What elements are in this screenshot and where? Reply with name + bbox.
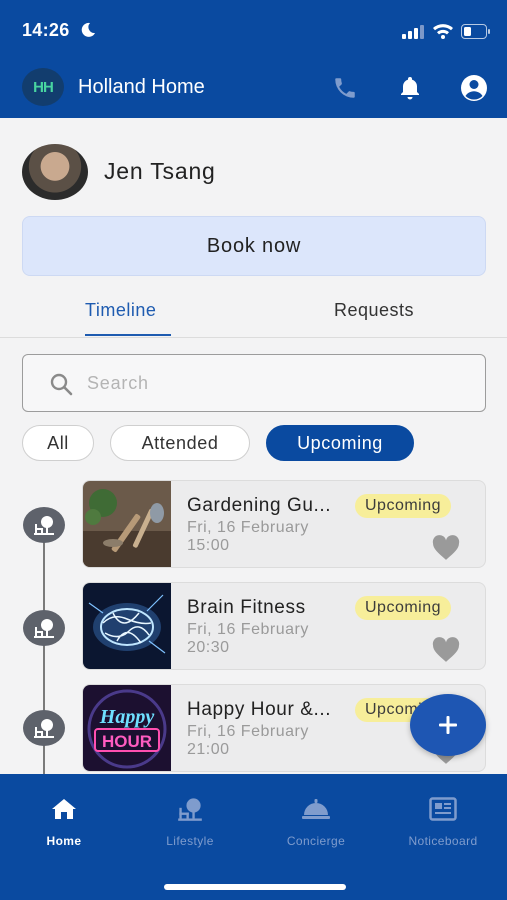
moon-icon bbox=[81, 22, 95, 37]
tab-bar: Timeline Requests bbox=[0, 290, 507, 338]
timeline-node bbox=[23, 610, 65, 646]
event-date: Fri, 16 February bbox=[187, 723, 309, 740]
event-title: Brain Fitness bbox=[187, 597, 306, 618]
filter-attended-chip[interactable]: Attended bbox=[110, 425, 250, 461]
active-tab-indicator bbox=[85, 334, 171, 336]
event-title: Happy Hour &... bbox=[187, 699, 332, 720]
app-logo: HH bbox=[22, 68, 64, 106]
account-button[interactable] bbox=[460, 74, 488, 102]
timeline-node bbox=[23, 507, 65, 543]
nav-noticeboard-label: Noticeboard bbox=[408, 834, 478, 848]
search-input[interactable] bbox=[87, 369, 447, 397]
nav-noticeboard[interactable]: Noticeboard bbox=[393, 794, 493, 848]
plus-icon bbox=[439, 716, 457, 734]
phone-button[interactable] bbox=[331, 74, 359, 102]
filter-upcoming-chip[interactable]: Upcoming bbox=[266, 425, 414, 461]
nav-home-label: Home bbox=[46, 834, 82, 848]
notifications-button[interactable] bbox=[396, 74, 424, 102]
heart-icon[interactable] bbox=[431, 637, 461, 663]
logo-text: HH bbox=[33, 78, 54, 96]
bell-icon bbox=[401, 77, 419, 100]
lifestyle-icon bbox=[34, 719, 54, 738]
filter-all-chip[interactable]: All bbox=[22, 425, 94, 461]
lifestyle-icon bbox=[178, 798, 202, 821]
wifi-icon bbox=[433, 24, 453, 39]
home-indicator bbox=[164, 884, 346, 890]
nav-home[interactable]: Home bbox=[14, 794, 114, 848]
concierge-bell-icon bbox=[302, 799, 330, 819]
status-time: 14:26 bbox=[22, 20, 70, 40]
app-title: Holland Home bbox=[78, 76, 205, 98]
status-badge: Upcoming bbox=[355, 596, 452, 620]
bottom-nav: Home Lifestyle Concierge Noticeboard bbox=[0, 774, 507, 900]
event-date: Fri, 16 February bbox=[187, 621, 309, 638]
account-icon bbox=[461, 75, 487, 101]
nav-lifestyle-label: Lifestyle bbox=[166, 834, 214, 848]
profile-name: Jen Tsang bbox=[104, 158, 216, 184]
search-box[interactable] bbox=[22, 354, 486, 412]
nav-concierge[interactable]: Concierge bbox=[266, 794, 366, 848]
app-header: 14:26 HH Holland Home bbox=[0, 0, 507, 118]
tab-timeline[interactable]: Timeline bbox=[85, 300, 156, 321]
event-card[interactable]: Gardening Gu... Fri, 16 February 15:00 U… bbox=[82, 480, 486, 568]
avatar[interactable] bbox=[22, 144, 88, 200]
nav-lifestyle[interactable]: Lifestyle bbox=[140, 794, 240, 848]
lifestyle-icon bbox=[34, 619, 54, 638]
status-badge: Upcoming bbox=[355, 494, 452, 518]
event-time: 21:00 bbox=[187, 741, 230, 758]
nav-concierge-label: Concierge bbox=[286, 834, 346, 848]
phone-icon bbox=[335, 78, 355, 98]
home-icon bbox=[52, 799, 76, 819]
happy-hour-neon-image: Happy HOUR bbox=[83, 685, 171, 771]
garden-tools-image bbox=[83, 481, 171, 567]
noticeboard-icon bbox=[429, 797, 457, 821]
event-title: Gardening Gu... bbox=[187, 495, 332, 516]
signal-icon bbox=[402, 25, 424, 39]
book-now-button[interactable]: Book now bbox=[22, 216, 486, 276]
event-time: 20:30 bbox=[187, 639, 230, 656]
add-fab-button[interactable] bbox=[410, 694, 486, 756]
event-card[interactable]: Brain Fitness Fri, 16 February 20:30 Upc… bbox=[82, 582, 486, 670]
timeline-node bbox=[23, 710, 65, 746]
event-date: Fri, 16 February bbox=[187, 519, 309, 536]
search-icon bbox=[50, 373, 73, 396]
battery-icon bbox=[461, 24, 490, 39]
event-time: 15:00 bbox=[187, 537, 230, 554]
tab-requests[interactable]: Requests bbox=[334, 300, 414, 321]
svg-text:HOUR: HOUR bbox=[102, 732, 152, 751]
heart-icon[interactable] bbox=[431, 535, 461, 561]
svg-text:Happy: Happy bbox=[99, 706, 155, 728]
lifestyle-icon bbox=[34, 516, 54, 535]
brain-image bbox=[83, 583, 171, 669]
